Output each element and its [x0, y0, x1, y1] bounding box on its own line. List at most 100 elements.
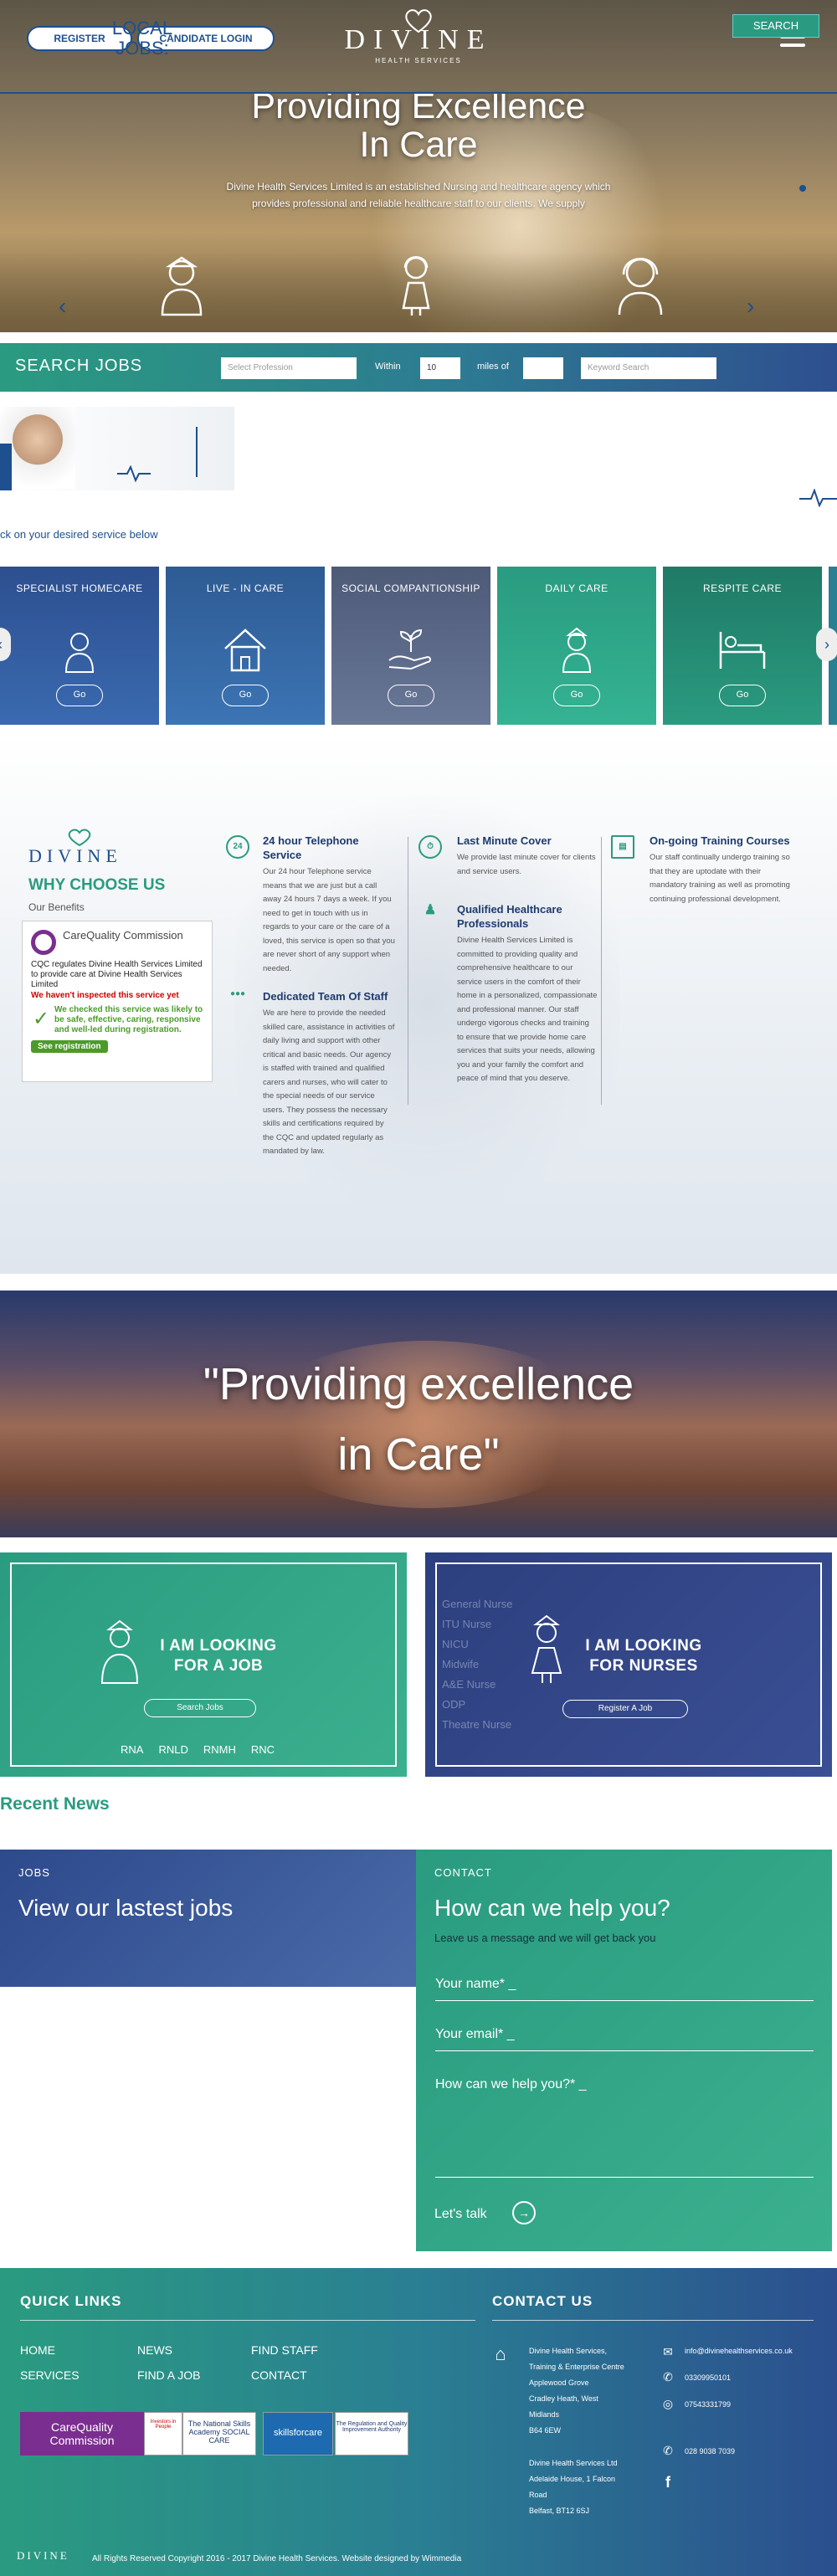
contact-cap: CONTACT [434, 1866, 492, 1879]
footer-phone-3[interactable]: 028 9038 7039 [685, 2444, 735, 2460]
postcode-input[interactable] [523, 357, 563, 379]
divider [601, 837, 602, 1105]
why-title: WHY CHOOSE US [28, 876, 166, 894]
search-jobs-label: SEARCH JOBS [15, 357, 143, 375]
go-button[interactable]: Go [222, 685, 269, 706]
job-box-title: I AM LOOKING FOR A JOB [160, 1637, 277, 1675]
message-field[interactable]: How can we help you?* _ [435, 2077, 814, 2178]
service-name: SPECIALIST HOMECARE [16, 582, 143, 594]
nurse-icon [152, 249, 211, 316]
service-daily-care[interactable]: DAILY CARE Go [497, 567, 656, 725]
go-button[interactable]: Go [553, 685, 600, 706]
arrow-right-icon[interactable]: → [512, 2201, 536, 2224]
quote-text: "Providing excellence in Care" [203, 1359, 634, 1480]
badge-investors: Investors in People [144, 2412, 182, 2455]
slider-dot[interactable] [799, 185, 806, 192]
hero-description: Divine Health Services Limited is an est… [226, 181, 611, 209]
go-button[interactable]: Go [388, 685, 434, 706]
whatsapp-icon: ◎ [662, 2397, 674, 2410]
search-button[interactable]: SEARCH [732, 14, 819, 38]
contact-heading: How can we help you? [434, 1895, 670, 1921]
footer-link-contact[interactable]: CONTACT [251, 2368, 307, 2382]
copyright-text: All Rights Reserved Copyright 2016 - 201… [92, 2554, 462, 2563]
jobs-panel[interactable]: JOBS View our lastest jobs [0, 1850, 416, 1987]
footer-email[interactable]: info@divinehealthservices.co.uk [685, 2343, 793, 2359]
footer-link-find-staff[interactable]: FIND STAFF [251, 2343, 318, 2357]
footer-phone-2[interactable]: 07543331799 [685, 2397, 731, 2413]
go-button[interactable]: Go [56, 685, 103, 706]
within-label: Within [375, 362, 401, 372]
heartbeat-icon [117, 465, 151, 482]
service-respite-care[interactable]: RESPITE CARE Go [663, 567, 822, 725]
go-button[interactable]: Go [719, 685, 766, 706]
nurse-icon [562, 627, 592, 673]
services-next-icon[interactable]: › [816, 628, 837, 661]
profession-select[interactable]: Select Profession [221, 357, 357, 379]
why-subtitle: Our Benefits [28, 901, 85, 913]
site-logo[interactable]: DIVINE HEALTH SERVICES [335, 8, 502, 67]
cqc-check-text: We checked this service was likely to be… [54, 1005, 203, 1034]
footer-link-home[interactable]: HOME [20, 2343, 55, 2357]
heartbeat-end-icon [799, 489, 837, 507]
divider [20, 2320, 475, 2321]
slider-prev-icon[interactable]: ‹ [59, 293, 66, 320]
logo-subtitle: HEALTH SERVICES [375, 57, 462, 64]
service-live-in-care[interactable]: LIVE - IN CARE Go [166, 567, 325, 725]
benefit-dedicated-team: Dedicated Team Of Staff We are here to pr… [263, 990, 395, 1156]
register-a-job-button[interactable]: Register A Job [562, 1700, 688, 1718]
heart-logo-icon [405, 9, 432, 33]
benefit-24hour: 24 hour Telephone Service Our 24 hour Tel… [263, 834, 395, 973]
jobs-heading: View our lastest jobs [18, 1895, 234, 1921]
checkmark-icon: ✓ [33, 1008, 50, 1030]
phone-icon: ✆ [663, 2370, 673, 2384]
search-jobs-button[interactable]: Search Jobs [144, 1699, 256, 1717]
hand-plant-icon [388, 629, 431, 670]
service-name: DAILY CARE [545, 582, 608, 594]
service-hint-text: ck on your desired service below [0, 528, 158, 541]
email-field[interactable]: Your email* _ [435, 2027, 814, 2051]
see-registration-button[interactable]: See registration [31, 1040, 108, 1053]
badge-skills-academy: The National Skills Academy SOCIAL CARE [182, 2412, 256, 2455]
service-social-companionship[interactable]: SOCIAL COMPANTIONSHIP Go [331, 567, 490, 725]
footer-link-find-a-job[interactable]: FIND A JOB [137, 2368, 200, 2382]
nurse-roles-list: General Nurse ITU Nurse NICU Midwife A&E Nur… [442, 1598, 513, 1731]
team-icon: ●●● [229, 989, 246, 998]
footer-phone-1[interactable]: 03309950101 [685, 2370, 731, 2386]
service-specialist-homecare[interactable]: SPECIALIST HOMECARE Go [0, 567, 159, 725]
miles-of-label: miles of [477, 362, 509, 372]
footer-link-news[interactable]: NEWS [137, 2343, 172, 2357]
cqc-logo-icon [31, 930, 56, 955]
looking-for-job-box[interactable]: I AM LOOKING FOR A JOB Search Jobs RNA RNL… [0, 1552, 407, 1777]
carer-icon [387, 249, 445, 316]
lets-talk-button[interactable]: Let's talk [434, 2207, 487, 2222]
facebook-icon[interactable]: f [660, 2474, 676, 2491]
quick-links-heading: QUICK LINKS [20, 2293, 122, 2309]
clock-24-icon: 24 [226, 835, 249, 859]
nurse-icon [531, 1614, 562, 1683]
training-board-icon: ▤ [611, 835, 634, 859]
address-1: Divine Health Services, Training & Enterp… [529, 2347, 624, 2435]
keyword-search-input[interactable]: Keyword Search [581, 357, 716, 379]
address-2: Divine Health Services Ltd Adelaide House… [529, 2459, 618, 2515]
cqc-widget[interactable]: CareQuality Commission CQC regulates Div… [22, 921, 213, 1082]
nurse-box-title: I AM LOOKING FOR NURSES [585, 1637, 702, 1675]
name-field[interactable]: Your name* _ [435, 1977, 814, 2001]
badge-rqia: The Regulation and Quality Improvement A… [335, 2412, 408, 2455]
footer-link-services[interactable]: SERVICES [20, 2368, 80, 2382]
slider-next-icon[interactable]: › [747, 293, 754, 320]
phone-icon: ✆ [663, 2444, 673, 2457]
house-icon [224, 629, 266, 672]
benefit-training: On-going Training Courses Our staff conti… [650, 834, 790, 904]
stopwatch-icon: ⏱ [418, 835, 442, 859]
contact-subtext: Leave us a message and we will get back … [434, 1932, 656, 1944]
miles-input[interactable]: 10 [420, 357, 460, 379]
heart-logo-icon [68, 829, 91, 847]
jobs-cap: JOBS [18, 1866, 50, 1879]
hero-title: Providing Excellence In Care [251, 86, 586, 165]
badge-skillsforcare: skillsforcare [263, 2412, 333, 2455]
benefit-last-minute: Last Minute Cover We provide last minute … [457, 834, 596, 876]
recent-news-heading: Recent News [0, 1794, 110, 1814]
footer-logo[interactable]: DIVINE [17, 2549, 69, 2563]
benefit-qualified: Qualified Healthcare Professionals Divine… [457, 903, 598, 1083]
job-tags: RNA RNLD RNMH RNC [121, 1743, 275, 1756]
